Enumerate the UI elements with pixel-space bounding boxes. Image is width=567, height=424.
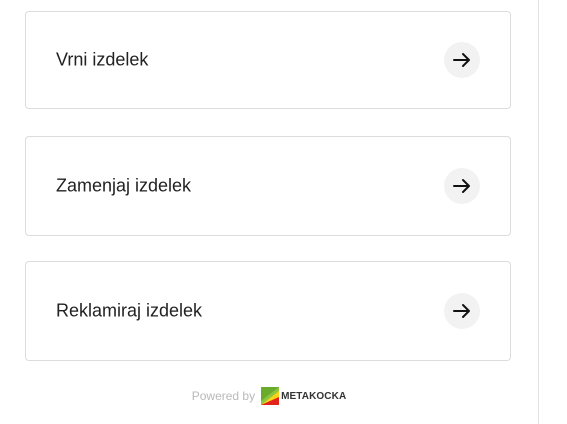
arrow-right-icon[interactable] [444, 293, 480, 329]
metakocka-logo-icon [261, 387, 280, 405]
option-card-return[interactable]: Vrni izdelek [25, 11, 511, 109]
brand-name: METAKOCKA [281, 390, 347, 402]
arrow-right-icon[interactable] [444, 42, 480, 78]
option-card-exchange[interactable]: Zamenjaj izdelek [25, 136, 511, 236]
panel-divider [538, 0, 539, 424]
brand-link[interactable]: METAKOCKA [261, 387, 346, 405]
option-card-complaint[interactable]: Reklamiraj izdelek [25, 261, 511, 361]
powered-by-text: Powered by [191, 389, 256, 403]
option-label-return: Vrni izdelek [56, 49, 149, 70]
arrow-right-icon[interactable] [444, 168, 480, 204]
option-label-exchange: Zamenjaj izdelek [56, 175, 192, 196]
option-label-complaint: Reklamiraj izdelek [56, 300, 203, 321]
powered-by-footer: Powered by METAKOCKA [0, 385, 538, 407]
return-options-page: Vrni izdelek Zamenjaj izdelek Reklamiraj… [0, 0, 567, 424]
